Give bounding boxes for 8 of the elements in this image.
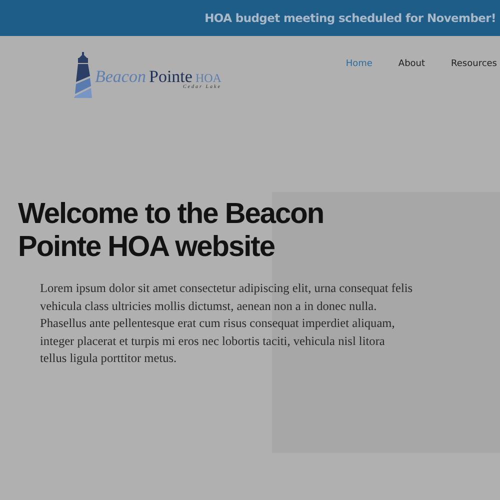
announcement-text: HOA budget meeting scheduled for November! (204, 11, 496, 25)
nav-link[interactable]: Resources (451, 59, 497, 69)
logo-word: Beacon (95, 66, 146, 86)
nav-link[interactable]: About (398, 59, 426, 69)
logo-word: HOA (195, 70, 222, 84)
hero-paragraph: Lorem ipsum dolor sit amet consectetur adipiscing elit, urna consequat felis vehicula class ultricies mollis dictumst, aenean non a in donec nulla. Phasellus ante pellentesque erat cum risus consequat imperdiet aliquam, integer placerat et turpis mi eros nec lobortis taciti, vehicula nisl litora tellus ligula porttitor metus. (40, 280, 414, 367)
lighthouse-icon (74, 52, 92, 98)
hero-heading: Welcome to the Beacon Pointe HOA website (18, 198, 325, 264)
